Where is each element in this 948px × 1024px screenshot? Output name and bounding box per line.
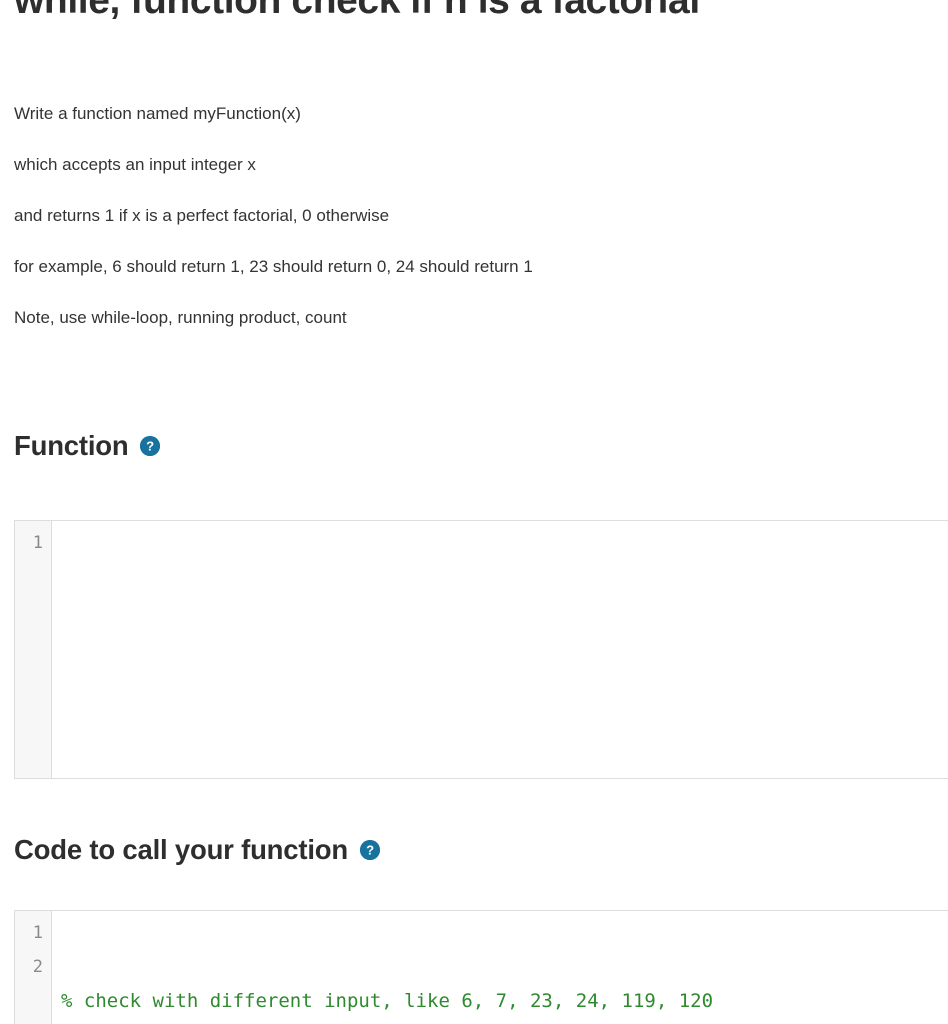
function-heading-label: Function [14,430,129,461]
description-line: and returns 1 if x is a perfect factoria… [14,206,390,225]
svg-text:?: ? [147,439,155,454]
question-mark-circle-icon[interactable]: ? [359,840,380,860]
page-title: while, function check if n is a factoria… [14,0,700,22]
description-line: for example, 6 should return 1, 23 shoul… [14,257,533,276]
call-heading-label: Code to call your function [14,834,348,865]
call-code-editor[interactable]: 1 2 % check with different input, like 6… [14,910,948,1024]
problem-description: Write a function named myFunction(x) whi… [14,88,934,343]
function-editor-gutter: 1 [15,521,52,778]
call-section-heading: Code to call your function ? [14,834,380,866]
call-editor-gutter: 1 2 [15,911,52,1024]
function-editor-textarea[interactable] [52,521,948,778]
call-editor-textarea[interactable]: % check with different input, like 6, 7,… [52,911,948,1024]
line-number: 1 [32,923,43,943]
function-code-editor[interactable]: 1 [14,520,948,779]
problem-page: while, function check if n is a factoria… [0,0,948,1024]
function-section-heading: Function ? [14,430,161,462]
code-line: % check with different input, like 6, 7,… [61,990,714,1012]
description-line: Note, use while-loop, running product, c… [14,308,347,327]
svg-text:?: ? [366,843,374,858]
description-line: Write a function named myFunction(x) [14,104,301,123]
question-mark-circle-icon[interactable]: ? [140,436,161,456]
description-line: which accepts an input integer x [14,155,256,174]
line-number: 2 [32,957,43,977]
line-number: 1 [32,533,43,553]
